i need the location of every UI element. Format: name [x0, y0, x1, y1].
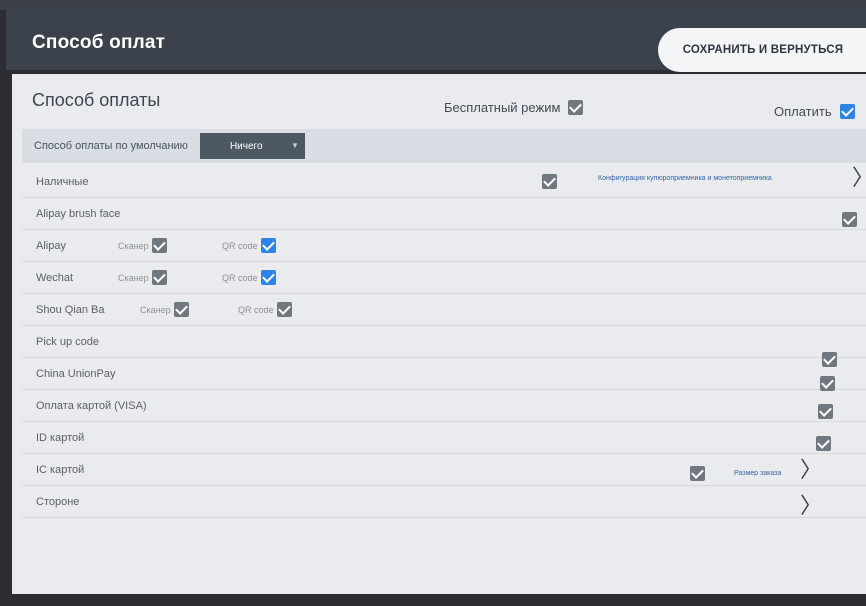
alipay-brush-face-checkbox[interactable]	[842, 212, 857, 227]
default-payment-value: Ничего	[229, 140, 263, 152]
app-title: Способ оплат	[32, 32, 166, 53]
wechat-scanner-checkbox[interactable]	[151, 270, 167, 285]
ic-card-checkbox[interactable]	[690, 466, 705, 481]
chevron-right-icon[interactable]: 〉	[800, 496, 822, 518]
free-mode-label: Бесплатный режим	[444, 100, 561, 115]
payment-methods-list: Наличные Конфигурация купюроприемника и …	[22, 166, 866, 518]
wechat-scanner-option[interactable]: Сканер	[118, 270, 167, 285]
free-mode-toggle[interactable]: Бесплатный режим	[444, 100, 584, 115]
row-label: Оплата картой (VISA)	[36, 399, 147, 412]
row-pick-up-code: Pick up code	[22, 326, 866, 358]
row-label: Alipay brush face	[36, 207, 121, 220]
row-cash: Наличные Конфигурация купюроприемника и …	[22, 166, 866, 198]
row-label: Alipay	[36, 239, 66, 252]
save-and-return-button[interactable]: СОХРАНИТЬ И ВЕРНУТЬСЯ	[658, 28, 866, 72]
free-mode-checkbox[interactable]	[568, 100, 584, 115]
wechat-qr-checkbox[interactable]	[260, 270, 276, 285]
chevron-right-icon[interactable]: 〉	[800, 460, 822, 482]
shou-qian-ba-qr-checkbox[interactable]	[276, 302, 292, 317]
id-card-checkbox[interactable]	[816, 436, 831, 451]
row-label: Pick up code	[36, 335, 99, 348]
row-wechat: Wechat Сканер QR code	[22, 262, 866, 294]
row-shou-qian-ba: Shou Qian Ba Сканер QR code	[22, 294, 866, 326]
row-label: China UnionPay	[36, 367, 116, 380]
row-storone: Стороне 〉	[22, 486, 866, 518]
qr-label: QR code	[238, 304, 274, 315]
cash-checkbox[interactable]	[542, 174, 557, 189]
visa-card-checkbox[interactable]	[818, 404, 833, 419]
row-id-card: ID картой	[22, 422, 866, 454]
china-unionpay-checkbox[interactable]	[820, 376, 835, 391]
row-label: IC картой	[36, 463, 85, 476]
default-payment-label: Способ оплаты по умолчанию	[34, 140, 188, 152]
chevron-down-icon: ▼	[291, 141, 299, 150]
row-china-unionpay: China UnionPay	[22, 352, 866, 391]
config-bill-coin-acceptor-link[interactable]: Конфигурация купюроприемника и монетопри…	[598, 175, 772, 182]
pay-label: Оплатить	[774, 104, 832, 119]
scanner-label: Сканер	[118, 272, 149, 283]
payment-settings-panel: Способ оплаты Бесплатный режим Оплатить …	[12, 74, 866, 594]
row-label: ID картой	[36, 431, 85, 444]
shou-qian-ba-qr-option[interactable]: QR code	[238, 302, 292, 317]
row-ic-card: IC картой Размер заказа 〉	[22, 454, 866, 486]
row-label: Shou Qian Ba	[36, 303, 105, 316]
pay-checkbox[interactable]	[839, 104, 855, 119]
row-label: Наличные	[36, 175, 89, 188]
row-label: Wechat	[36, 271, 74, 284]
row-visa-card: Оплата картой (VISA)	[22, 390, 866, 422]
section-title: Способ оплаты	[32, 90, 161, 110]
alipay-scanner-option[interactable]: Сканер	[118, 238, 167, 253]
alipay-scanner-checkbox[interactable]	[151, 238, 167, 253]
scanner-label: Сканер	[140, 304, 171, 315]
pay-toggle[interactable]: Оплатить	[774, 104, 855, 119]
default-payment-row: Способ оплаты по умолчанию Ничего ▼	[22, 129, 866, 163]
qr-label: QR code	[222, 272, 258, 283]
pick-up-code-checkbox[interactable]	[822, 352, 837, 367]
wechat-qr-option[interactable]: QR code	[222, 270, 276, 285]
alipay-qr-option[interactable]: QR code	[222, 238, 276, 253]
shou-qian-ba-scanner-option[interactable]: Сканер	[140, 302, 189, 317]
alipay-qr-checkbox[interactable]	[260, 238, 276, 253]
qr-label: QR code	[222, 240, 258, 251]
row-alipay: Alipay Сканер QR code	[22, 230, 866, 262]
row-alipay-brush-face: Alipay brush face	[22, 198, 866, 230]
default-payment-select[interactable]: Ничего ▼	[199, 133, 305, 159]
order-size-link[interactable]: Размер заказа	[734, 470, 781, 477]
scanner-label: Сканер	[118, 240, 149, 251]
monitor-bezel-bottom	[0, 594, 866, 606]
row-label: Стороне	[36, 495, 80, 508]
chevron-right-icon[interactable]: 〉	[852, 168, 866, 190]
shou-qian-ba-scanner-checkbox[interactable]	[173, 302, 189, 317]
